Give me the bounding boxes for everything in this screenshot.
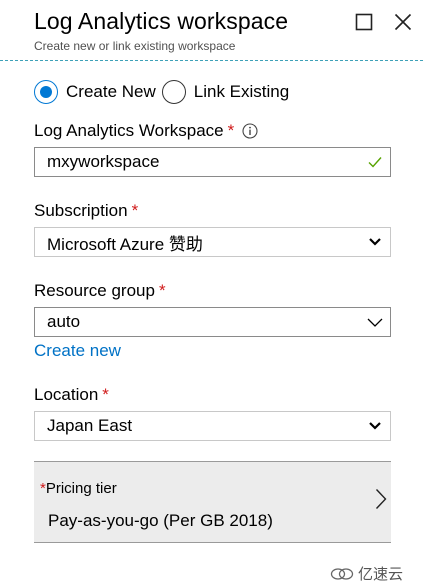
workspace-field-label: Log Analytics Workspace * <box>34 121 258 141</box>
chevron-down-icon <box>360 228 390 256</box>
page-subtitle: Create new or link existing workspace <box>34 39 236 53</box>
link-existing-radio[interactable]: Link Existing <box>161 80 290 104</box>
location-select[interactable]: Japan East <box>34 411 391 441</box>
location-field-label: Location * <box>34 385 109 405</box>
chevron-down-icon <box>360 412 390 440</box>
subscription-label-text: Subscription <box>34 201 128 220</box>
chevron-down-icon <box>360 308 390 336</box>
pricing-tier-label-text: Pricing tier <box>45 480 117 497</box>
watermark-logo-icon <box>330 567 354 581</box>
page-title: Log Analytics workspace <box>34 8 289 34</box>
radio-unselected-icon <box>161 80 186 104</box>
checkmark-icon <box>360 148 390 176</box>
resource-group-label-text: Resource group <box>34 281 155 300</box>
workspace-name-value: mxyworkspace <box>47 152 160 171</box>
create-new-radio[interactable]: Create New <box>34 80 156 104</box>
link-existing-radio-label: Link Existing <box>193 82 290 101</box>
resource-group-field-label: Resource group * <box>34 281 166 301</box>
info-icon[interactable] <box>242 123 258 139</box>
close-icon <box>394 13 412 31</box>
resource-group-select[interactable]: auto <box>34 307 391 337</box>
required-marker: * <box>131 201 139 220</box>
radio-selected-icon <box>34 80 58 104</box>
location-label-text: Location <box>34 385 99 404</box>
close-button[interactable] <box>391 10 415 34</box>
resource-group-value: auto <box>47 312 81 331</box>
watermark: 亿速云 <box>330 563 403 584</box>
workspace-name-input[interactable]: mxyworkspace <box>34 147 391 177</box>
pricing-tier-value: Pay-as-you-go (Per GB 2018) <box>48 511 273 530</box>
create-new-radio-label: Create New <box>66 82 156 101</box>
subscription-select[interactable]: Microsoft Azure 赞助 <box>34 227 391 257</box>
required-marker: * <box>102 385 109 404</box>
maximize-icon <box>355 13 373 31</box>
subscription-value: Microsoft Azure 赞助 <box>47 234 203 254</box>
chevron-right-icon <box>375 488 387 515</box>
maximize-button[interactable] <box>352 10 376 34</box>
required-marker: * <box>158 281 166 300</box>
subscription-field-label: Subscription * <box>34 201 138 221</box>
header-divider <box>0 60 423 61</box>
create-new-resource-group-link[interactable]: Create new <box>34 341 121 361</box>
required-marker: * <box>227 121 235 140</box>
pricing-tier-label: *Pricing tier <box>40 480 117 497</box>
blade-header: Log Analytics workspace Create new or li… <box>0 0 423 62</box>
watermark-text: 亿速云 <box>358 566 404 583</box>
pricing-tier-selector[interactable]: *Pricing tier Pay-as-you-go (Per GB 2018… <box>34 461 391 543</box>
location-value: Japan East <box>47 416 133 435</box>
workspace-label-text: Log Analytics Workspace <box>34 121 224 140</box>
workspace-mode-radio-group: Create New Link Existing <box>34 80 295 104</box>
